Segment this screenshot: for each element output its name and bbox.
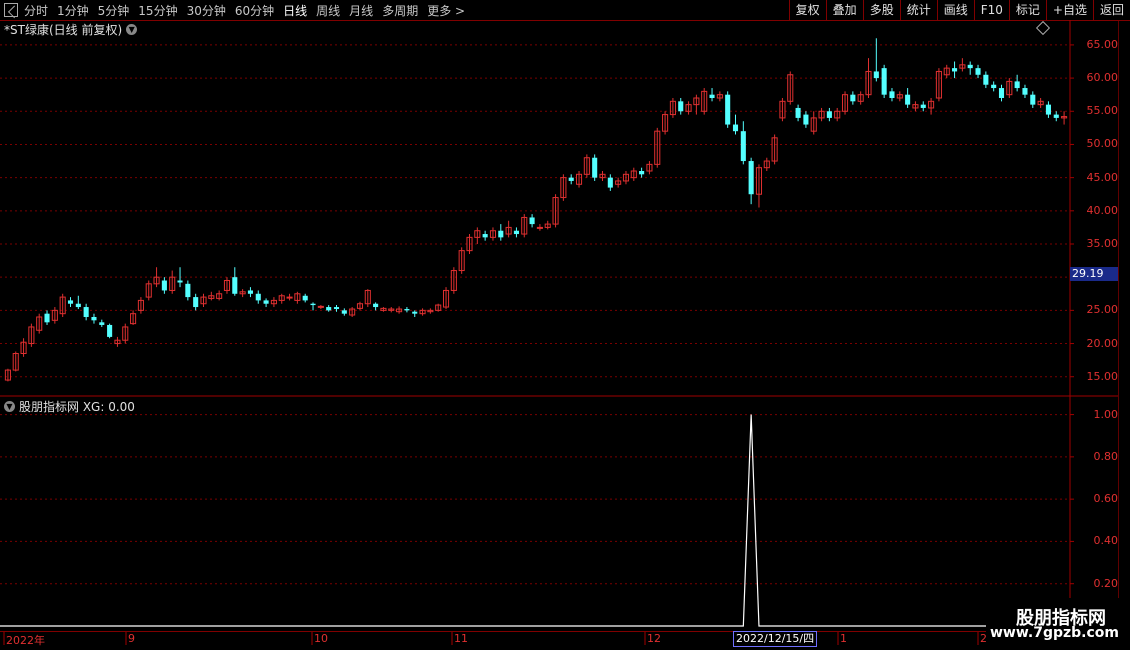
candle-body-down: [412, 311, 418, 314]
date-axis: 2022年 9 10 11 12 1 2: [0, 631, 1070, 647]
candle-body-down: [967, 64, 973, 69]
candle-body-down: [639, 171, 645, 175]
candle-body-down: [975, 68, 981, 75]
date-axis-label: 11: [454, 632, 468, 645]
candle-body-down: [991, 84, 997, 89]
candle-body-down: [247, 290, 253, 294]
candle-body-down: [482, 234, 488, 238]
candle-body-down: [873, 71, 879, 79]
candle-body-down: [709, 94, 715, 98]
candle-body-down: [725, 94, 731, 125]
price-tick-label: 20.00: [1086, 336, 1119, 350]
indicator-tick-label: 0.60: [1093, 492, 1119, 506]
price-tick-label: 60.00: [1086, 71, 1119, 85]
candle-body-down: [748, 161, 754, 195]
date-axis-label: 12: [647, 632, 661, 645]
candle-body-down: [263, 300, 269, 304]
candle-body-down: [881, 68, 887, 95]
price-tick-label: 25.00: [1086, 303, 1119, 317]
stock-title-bar: *ST绿康(日线 前复权) ▼: [4, 21, 138, 38]
candle-body-down: [1053, 114, 1059, 118]
candle-body-down: [99, 322, 105, 325]
indicator-title-bar: ▼ 股朋指标网 XG: 0.00: [4, 398, 135, 415]
candle-body-down: [905, 94, 911, 105]
candle-body-down: [732, 124, 739, 132]
candle-body-down: [185, 283, 191, 298]
candle-body-down: [740, 131, 746, 162]
candle-body-down: [568, 177, 574, 181]
candle-body-down: [826, 111, 832, 118]
price-tick-label: 40.00: [1086, 203, 1119, 217]
candle-body-down: [1022, 88, 1028, 95]
candle-body-down: [177, 280, 183, 283]
candle-body-down: [326, 307, 332, 311]
candle-body-down: [498, 230, 504, 238]
candle-body-down: [83, 307, 89, 317]
candle-body-down: [795, 107, 801, 118]
candle-body-down: [341, 310, 347, 314]
candle-body-down: [373, 303, 379, 308]
date-axis-label: 10: [314, 632, 328, 645]
date-axis-label: 2022年: [6, 634, 45, 647]
candle-body-down: [1014, 81, 1020, 89]
candle-body-down: [302, 295, 308, 301]
candle-body-down: [529, 217, 535, 225]
candle-body-down: [592, 157, 598, 178]
candle-body-down: [44, 313, 50, 323]
chart-canvas[interactable]: [0, 0, 1130, 650]
candle-body-up: [286, 296, 293, 299]
watermark-url: www.7gpzb.com: [990, 625, 1120, 641]
candle-body-down: [255, 293, 261, 301]
candle-body-down: [67, 300, 74, 304]
candle-body-down: [75, 303, 81, 308]
chevron-down-icon[interactable]: ▼: [4, 401, 15, 412]
candle-body-down: [1045, 104, 1051, 115]
indicator-title: 股朋指标网 XG: 0.00: [19, 400, 135, 414]
candle-body-down: [333, 307, 340, 310]
price-tick-label: 50.00: [1086, 137, 1119, 151]
indicator-tick-label: 1.00: [1093, 407, 1119, 421]
candle-body-down: [513, 230, 519, 235]
candle-body-down: [1030, 94, 1036, 105]
indicator-tick-label: 0.80: [1093, 449, 1119, 463]
price-tick-label: 15.00: [1086, 369, 1119, 383]
stock-title: *ST绿康(日线 前复权): [4, 23, 123, 37]
candle-body-down: [678, 101, 684, 112]
candle-body-down: [889, 91, 895, 98]
candle-body-down: [91, 317, 97, 321]
price-tick-label: 45.00: [1086, 170, 1119, 184]
price-tick-label: 55.00: [1086, 104, 1119, 118]
indicator-tick-label: 0.20: [1093, 576, 1119, 590]
candle-body-down: [107, 324, 113, 337]
candle-body-down: [920, 104, 926, 108]
candle-body-down: [404, 309, 410, 311]
date-axis-label: 9: [128, 632, 135, 645]
candle-body-down: [193, 297, 199, 308]
candle-body-down: [310, 303, 316, 306]
chevron-down-icon[interactable]: ▼: [126, 24, 138, 35]
side-info-strip[interactable]: [1118, 21, 1130, 631]
candle-body-up: [536, 226, 543, 229]
candle-body-up: [317, 305, 324, 308]
price-tick-label: 65.00: [1086, 37, 1119, 51]
candle-body-down: [161, 280, 167, 291]
candle-body-down: [952, 68, 958, 72]
candle-body-down: [983, 74, 989, 85]
cursor-date-label: 2022/12/15/四: [733, 631, 818, 647]
candle-body-down: [998, 88, 1005, 98]
xg-indicator-line: [0, 414, 1070, 627]
indicator-tick-label: 0.40: [1093, 534, 1119, 548]
current-price-tag: 29.19: [1070, 267, 1118, 281]
candle-body-down: [803, 114, 809, 125]
candle-body-down: [850, 94, 856, 102]
price-tick-label: 35.00: [1086, 237, 1119, 250]
candle-body-down: [607, 177, 613, 188]
candle-body-down: [232, 277, 238, 294]
date-axis-label: 1: [840, 632, 847, 645]
